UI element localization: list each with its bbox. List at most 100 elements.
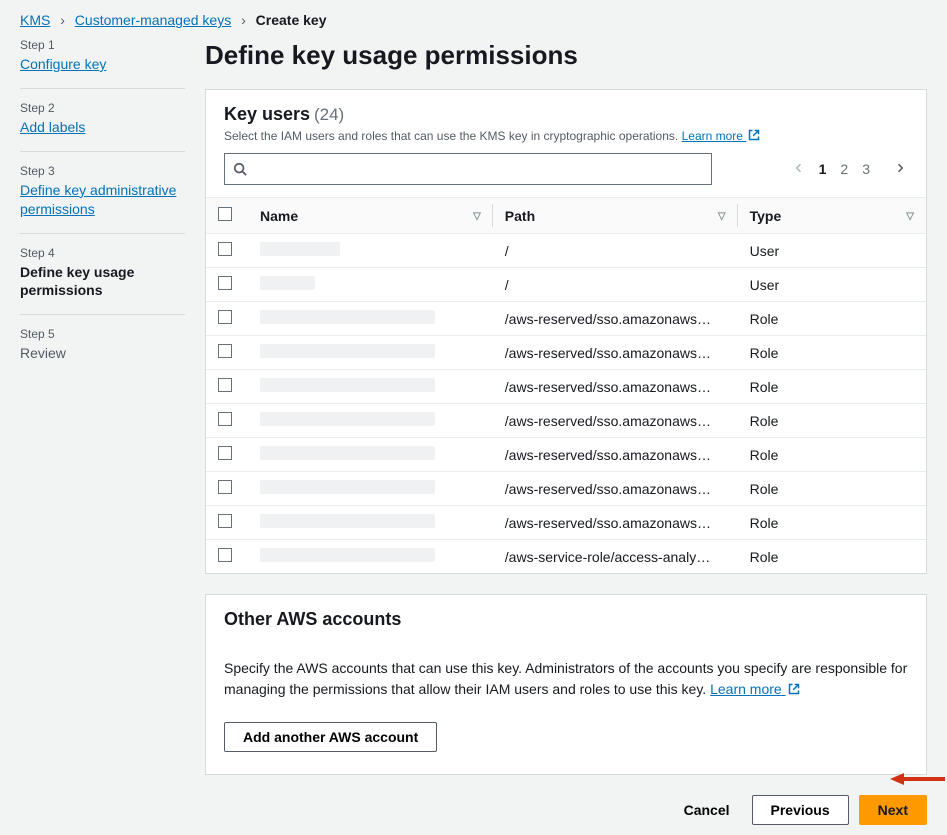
cell-name	[248, 370, 493, 404]
step-title[interactable]: Define key administrative permissions	[20, 181, 185, 219]
chevron-left-icon	[793, 162, 805, 174]
add-account-button[interactable]: Add another AWS account	[224, 722, 437, 752]
row-checkbox[interactable]	[218, 514, 232, 528]
row-checkbox[interactable]	[218, 344, 232, 358]
redacted-name	[260, 480, 435, 494]
redacted-name	[260, 446, 435, 460]
wizard-sidebar: Step 1Configure keyStep 2Add labelsStep …	[20, 38, 205, 835]
cell-path: /aws-reserved/sso.amazonaws…	[493, 302, 738, 336]
cell-name	[248, 268, 493, 302]
redacted-name	[260, 378, 435, 392]
step-title[interactable]: Add labels	[20, 118, 185, 137]
cell-type: Role	[738, 370, 926, 404]
redacted-name	[260, 344, 435, 358]
redacted-name	[260, 310, 435, 324]
step-title[interactable]: Configure key	[20, 55, 185, 74]
cell-type: Role	[738, 302, 926, 336]
sort-caret-icon: ▽	[473, 211, 481, 222]
cancel-button[interactable]: Cancel	[672, 796, 742, 824]
redacted-name	[260, 514, 435, 528]
previous-button[interactable]: Previous	[752, 795, 849, 825]
sort-caret-icon: ▽	[906, 211, 914, 222]
step-title: Review	[20, 344, 185, 363]
chevron-right-icon	[894, 162, 906, 174]
chevron-right-icon: ›	[60, 12, 65, 28]
row-checkbox[interactable]	[218, 276, 232, 290]
row-checkbox[interactable]	[218, 480, 232, 494]
cell-type: Role	[738, 506, 926, 540]
chevron-right-icon: ›	[241, 12, 246, 28]
col-type[interactable]: Type▽	[738, 198, 926, 234]
page-number[interactable]: 2	[838, 159, 850, 179]
select-all-checkbox[interactable]	[218, 207, 232, 221]
cell-path: /aws-reserved/sso.amazonaws…	[493, 506, 738, 540]
cell-type: Role	[738, 472, 926, 506]
other-accounts-title: Other AWS accounts	[224, 609, 401, 629]
page-title: Define key usage permissions	[205, 40, 927, 71]
row-checkbox[interactable]	[218, 446, 232, 460]
cell-type: User	[738, 234, 926, 268]
other-accounts-panel: Other AWS accounts Specify the AWS accou…	[205, 594, 927, 775]
row-checkbox[interactable]	[218, 412, 232, 426]
col-path[interactable]: Path▽	[493, 198, 738, 234]
table-row: /aws-reserved/sso.amazonaws…Role	[206, 302, 926, 336]
next-button[interactable]: Next	[859, 795, 927, 825]
cell-type: Role	[738, 404, 926, 438]
redacted-name	[260, 412, 435, 426]
key-users-panel: Key users (24) Select the IAM users and …	[205, 89, 927, 574]
cell-name	[248, 506, 493, 540]
search-field[interactable]	[253, 161, 703, 177]
redacted-name	[260, 242, 340, 256]
cell-name	[248, 540, 493, 574]
learn-more-link[interactable]: Learn more	[710, 681, 799, 697]
cell-type: Role	[738, 540, 926, 574]
page-number[interactable]: 3	[860, 159, 872, 179]
table-row: /aws-reserved/sso.amazonaws…Role	[206, 438, 926, 472]
page-next-button[interactable]	[892, 159, 908, 179]
cell-type: Role	[738, 336, 926, 370]
breadcrumb-current: Create key	[256, 12, 327, 28]
external-link-icon	[788, 683, 800, 695]
cell-path: /aws-reserved/sso.amazonaws…	[493, 370, 738, 404]
cell-type: User	[738, 268, 926, 302]
table-row: /aws-reserved/sso.amazonaws…Role	[206, 404, 926, 438]
redacted-name	[260, 548, 435, 562]
breadcrumb-kms[interactable]: KMS	[20, 12, 50, 28]
cell-path: /aws-reserved/sso.amazonaws…	[493, 472, 738, 506]
wizard-footer: Cancel Previous Next	[205, 795, 927, 835]
learn-more-link[interactable]: Learn more	[682, 129, 761, 143]
row-checkbox[interactable]	[218, 242, 232, 256]
wizard-step: Step 4Define key usage permissions	[20, 233, 185, 315]
page-number[interactable]: 1	[817, 159, 829, 179]
step-title: Define key usage permissions	[20, 263, 185, 301]
wizard-step: Step 5 Review	[20, 314, 185, 377]
row-checkbox[interactable]	[218, 548, 232, 562]
step-label: Step 5	[20, 327, 185, 341]
pagination: 123	[791, 159, 908, 179]
step-label: Step 2	[20, 101, 185, 115]
cell-path: /aws-service-role/access-analy…	[493, 540, 738, 574]
table-row: /aws-reserved/sso.amazonaws…Role	[206, 506, 926, 540]
table-header-row: Name▽ Path▽ Type▽	[206, 198, 926, 234]
wizard-step: Step 2 Add labels	[20, 88, 185, 151]
cell-name	[248, 404, 493, 438]
key-users-desc: Select the IAM users and roles that can …	[224, 129, 908, 143]
cell-type: Role	[738, 438, 926, 472]
page-prev-button[interactable]	[791, 159, 807, 179]
step-label: Step 1	[20, 38, 185, 52]
cell-name	[248, 472, 493, 506]
breadcrumb-cmk[interactable]: Customer-managed keys	[75, 12, 231, 28]
sort-caret-icon: ▽	[718, 211, 726, 222]
cell-name	[248, 438, 493, 472]
cell-path: /aws-reserved/sso.amazonaws…	[493, 404, 738, 438]
search-input[interactable]	[224, 153, 712, 185]
key-users-count: (24)	[314, 105, 344, 124]
cell-path: /	[493, 268, 738, 302]
row-checkbox[interactable]	[218, 310, 232, 324]
cell-name	[248, 302, 493, 336]
row-checkbox[interactable]	[218, 378, 232, 392]
table-row: /aws-reserved/sso.amazonaws…Role	[206, 472, 926, 506]
table-row: /aws-reserved/sso.amazonaws…Role	[206, 370, 926, 404]
wizard-step: Step 1 Configure key	[20, 38, 185, 88]
col-name[interactable]: Name▽	[248, 198, 493, 234]
